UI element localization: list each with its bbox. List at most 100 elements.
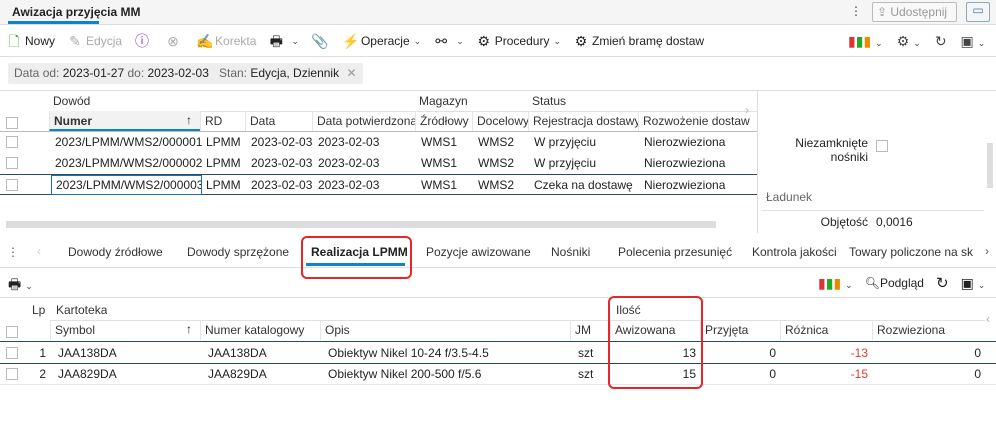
tab-polecenia-przesunięć[interactable]: Polecenia przesunięć	[618, 245, 732, 259]
column-header[interactable]: Docelowy	[472, 111, 528, 131]
collapse-panel-icon[interactable]: ‹	[986, 312, 990, 326]
scroll-right-icon[interactable]: ›	[745, 103, 749, 117]
column-header[interactable]: Różnica	[780, 320, 872, 340]
detail-tabs: ⋮ ‹ › Dowody źródłowe Dowody sprzężone Realiz…	[0, 236, 996, 268]
section-header-ladunek: Ładunek	[766, 190, 813, 204]
layout-settings-icon[interactable]: ▣ ⌄	[961, 33, 986, 50]
refresh-icon[interactable]: ↻	[935, 33, 947, 50]
delete-document-icon: ⊗	[167, 33, 179, 49]
cell-różnica: -15	[850, 367, 868, 381]
column-header[interactable]: Numer	[49, 111, 200, 131]
toolbar-button-attachment[interactable]: 📎	[311, 32, 330, 50]
print-icon[interactable]: 🖶 ⌄	[8, 274, 33, 298]
cell-6: W przyjęciu	[534, 156, 597, 170]
preview-button[interactable]: 🔍︎Podgląd	[865, 276, 924, 290]
toolbar-button-label: Operacje	[360, 34, 410, 48]
cell-symbol: JAA138DA	[58, 346, 117, 360]
unclosed-carriers-checkbox[interactable]	[876, 140, 888, 152]
column-header[interactable]: Rejestracja dostawy	[528, 111, 638, 131]
table-row[interactable]: 2 JAA829DA JAA829DA Obiektyw Nikel 200-500 …	[0, 364, 996, 385]
cell-rozwieziona: 0	[974, 346, 981, 360]
toolbar-button-label: Nowy	[25, 34, 56, 48]
date-filter-chip[interactable]: Data od: 2023-01-27 do: 2023-02-03	[8, 63, 215, 84]
select-all-checkbox[interactable]	[6, 326, 18, 338]
column-header[interactable]: Symbol	[50, 320, 200, 340]
column-header[interactable]: Rozwożenie dostawy	[638, 111, 750, 131]
tabs-scroll-left-icon[interactable]: ‹	[37, 244, 41, 258]
vertical-scrollbar[interactable]	[987, 143, 993, 188]
group-header-status: Status	[532, 94, 567, 108]
column-header[interactable]: Rozwieziona	[872, 320, 985, 340]
panel-divider	[757, 91, 758, 233]
main-toolbar: 🗋 Nowy ✎ Edycja ⓘ ⊗ ✍ Korekta 🖶 ⌄ 📎 ⚡ Operacje ⌄ ⚯ ⌄ ⚙ Pr…	[0, 26, 996, 57]
tabs-menu-icon[interactable]: ⋮	[7, 245, 19, 259]
window-title-tab[interactable]: Awizacja przyjęcia MM	[12, 5, 141, 19]
chart-icon[interactable]: ▮▮▮ ⌄	[848, 33, 883, 50]
chevron-down-icon: ⌄	[456, 35, 464, 46]
group-header-magazyn: Magazyn	[419, 94, 468, 108]
column-header[interactable]: Przyjęta	[700, 320, 780, 340]
toolbar-button-new-document[interactable]: 🗋 Nowy	[6, 32, 55, 50]
row-checkbox[interactable]	[6, 157, 18, 169]
chevron-down-icon: ⌄	[553, 35, 561, 46]
toolbar-button-print[interactable]: 🖶 ⌄	[268, 32, 299, 50]
column-header[interactable]: Data	[245, 111, 312, 131]
cell-2: 2023-02-03	[251, 156, 313, 170]
correction-icon: ✍	[196, 33, 214, 49]
cell-różnica: -13	[850, 346, 868, 360]
edit-document-icon: ✎	[69, 33, 81, 49]
layout-settings-icon[interactable]: ▣ ⌄	[961, 275, 986, 292]
column-header[interactable]: Opis	[320, 320, 570, 340]
toolbar-button-change-gate[interactable]: ⚙ Zmień bramę dostaw	[573, 32, 704, 50]
cell-1: LPMM	[206, 135, 241, 149]
toolbar-button-label: Zmień bramę dostaw	[592, 34, 705, 48]
column-header[interactable]: JM	[570, 320, 610, 340]
status-filter-chip[interactable]: Stan: Edycja, Dziennik ✕	[213, 63, 363, 84]
change-gate-icon: ⚙	[574, 33, 588, 49]
info-document-icon: ⓘ	[135, 33, 150, 49]
column-header[interactable]: Źródłowy	[415, 111, 472, 131]
column-header[interactable]: RD	[200, 111, 245, 131]
toolbar-button-relations[interactable]: ⚯ ⌄	[433, 32, 464, 50]
tabs-scroll-right-icon[interactable]: ›	[985, 244, 989, 258]
chart-icon[interactable]: ▮▮▮ ⌄	[818, 275, 853, 292]
title-bar	[0, 0, 996, 25]
chevron-down-icon: ⌄	[291, 35, 299, 46]
select-all-checkbox[interactable]	[6, 117, 18, 129]
toolbar-button-info-document[interactable]: ⓘ	[134, 32, 153, 50]
refresh-icon[interactable]: ↻	[936, 274, 949, 292]
row-checkbox[interactable]	[6, 179, 18, 191]
toolbar-button-operations[interactable]: ⚡ Operacje ⌄	[342, 32, 421, 50]
row-checkbox[interactable]	[6, 368, 18, 380]
sort-ascending-icon[interactable]: ↑	[186, 322, 192, 336]
cell-5: WMS2	[478, 135, 514, 149]
tab-towary-policzone-na-sk[interactable]: Towary policzone na sk	[849, 245, 973, 259]
column-header[interactable]: Data potwierdzona	[312, 111, 415, 131]
chat-button[interactable]: ▭	[966, 2, 990, 22]
tab-dowody-sprzężone[interactable]: Dowody sprzężone	[187, 245, 289, 259]
tab-nośniki[interactable]: Nośniki	[551, 245, 590, 259]
horizontal-scrollbar[interactable]	[6, 221, 716, 228]
table-row[interactable]: 1 JAA138DA JAA138DA Obiektyw Nikel 10-24 f/…	[0, 343, 996, 364]
tab-dowody-źródłowe[interactable]: Dowody źródłowe	[68, 245, 163, 259]
more-menu-icon[interactable]: ⋮	[850, 4, 862, 18]
table-row[interactable]: 2023/LPMM/WMS2/000002 LPMM 2023-02-03 2023-…	[0, 153, 757, 174]
toolbar-button-procedures[interactable]: ⚙ Procedury ⌄	[476, 32, 561, 50]
table-row[interactable]: 2023/LPMM/WMS2/000003 LPMM 2023-02-03 2023-…	[0, 174, 757, 195]
settings-gear-icon[interactable]: ⚙ ⌄	[897, 33, 921, 50]
row-checkbox[interactable]	[6, 347, 18, 359]
row-checkbox[interactable]	[6, 136, 18, 148]
table-row[interactable]: 2023/LPMM/WMS2/000001 LPMM 2023-02-03 2023-…	[0, 132, 757, 153]
group-header-dowod: Dowód	[53, 94, 91, 108]
tab-pozycje-awizowane[interactable]: Pozycje awizowane	[426, 245, 531, 259]
section-divider	[762, 210, 984, 211]
sort-ascending-icon[interactable]: ↑	[186, 113, 192, 127]
remove-filter-icon[interactable]: ✕	[346, 66, 356, 80]
cell-7: Nierozwieziona	[644, 178, 726, 192]
tab-kontrola-jakości[interactable]: Kontrola jakości	[752, 245, 837, 259]
cell-5: WMS2	[478, 178, 514, 192]
column-header[interactable]: Numer katalogowy	[200, 320, 320, 340]
volume-value: 0,0016	[876, 215, 913, 229]
lp-header[interactable]: Lp	[28, 300, 45, 320]
share-button[interactable]: ⇪ Udostępnij	[872, 2, 957, 22]
